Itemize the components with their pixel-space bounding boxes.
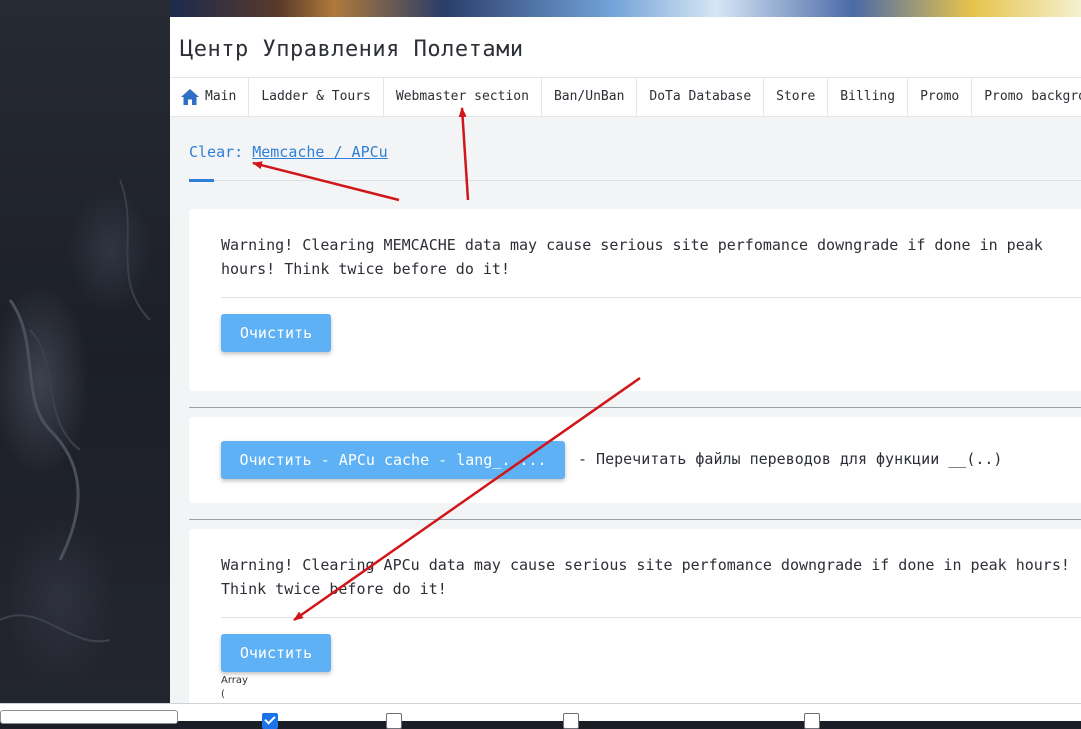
nav-item-webmaster-section[interactable]: Webmaster section	[384, 78, 542, 116]
main-panel: Центр Управления Полетами Main Ladder & …	[170, 0, 1081, 703]
find-option-checkbox[interactable]	[563, 713, 579, 729]
nav-item-label: Main	[205, 89, 237, 104]
debug-output-line: Array	[221, 675, 248, 686]
home-icon	[181, 89, 199, 105]
lang-cache-card: Очистить - APCu cache - lang_. ... - Пер…	[189, 417, 1081, 503]
find-option-checkbox[interactable]	[804, 713, 820, 729]
nav-item-promo-backgrounds[interactable]: Promo backgro	[972, 78, 1081, 116]
nav-item-label: DoTa Database	[649, 89, 752, 104]
divider	[221, 297, 1081, 298]
browser-find-bar	[0, 703, 1081, 729]
clear-apcu-button[interactable]: Очистить	[221, 634, 331, 672]
tab-prefix: Clear:	[189, 143, 253, 161]
section-tabs: Clear: Memcache / APCu	[189, 140, 1081, 182]
find-option-checkbox[interactable]	[386, 713, 402, 729]
nav-item-ladder-tours[interactable]: Ladder & Tours	[249, 78, 384, 116]
tab-clear-memcache-apcu[interactable]: Clear: Memcache / APCu	[189, 143, 388, 161]
nav-item-label: Ban/UnBan	[553, 89, 625, 104]
clear-memcache-button[interactable]: Очистить	[221, 314, 331, 352]
find-option-checkbox[interactable]	[262, 713, 278, 729]
nav-item-billing[interactable]: Billing	[828, 78, 909, 116]
main-nav: Main Ladder & Tours Webmaster section Ba…	[170, 77, 1081, 117]
site-header: Центр Управления Полетами	[170, 17, 1081, 77]
nav-item-label: Webmaster section	[395, 89, 529, 104]
debug-output: Array (	[221, 674, 248, 702]
tab-link[interactable]: Memcache / APCu	[252, 143, 387, 161]
memcache-card: Warning! Clearing MEMCACHE data may caus…	[189, 209, 1081, 391]
nav-item-ban-unban[interactable]: Ban/UnBan	[542, 78, 638, 116]
section-divider	[189, 407, 1081, 408]
apcu-card: Warning! Clearing APCu data may cause se…	[189, 529, 1081, 703]
nav-item-promo[interactable]: Promo	[908, 78, 973, 116]
header-banner	[170, 0, 1081, 17]
memcache-warning: Warning! Clearing MEMCACHE data may caus…	[221, 236, 1043, 278]
section-divider	[189, 519, 1081, 520]
clear-apcu-lang-button[interactable]: Очистить - APCu cache - lang_. ...	[221, 441, 565, 479]
apcu-warning: Warning! Clearing APCu data may cause se…	[221, 556, 1070, 598]
divider	[221, 617, 1081, 618]
nav-item-main[interactable]: Main	[170, 78, 250, 116]
nav-item-label: Promo	[920, 89, 960, 104]
dragon-artwork-icon	[0, 179, 151, 643]
debug-output-line: (	[221, 689, 225, 700]
background-artwork	[0, 0, 170, 720]
site-title: Центр Управления Полетами	[180, 37, 524, 62]
reread-translations-text: - Перечитать файлы переводов для функции…	[578, 450, 1003, 468]
nav-item-store[interactable]: Store	[764, 78, 829, 116]
nav-item-label: Store	[776, 89, 816, 104]
active-tab-indicator	[189, 179, 214, 182]
nav-item-dota-database[interactable]: DoTa Database	[637, 78, 765, 116]
nav-item-label: Promo backgro	[984, 89, 1081, 104]
nav-item-label: Billing	[840, 89, 896, 104]
nav-item-label: Ladder & Tours	[261, 89, 371, 104]
find-input[interactable]	[0, 710, 178, 724]
